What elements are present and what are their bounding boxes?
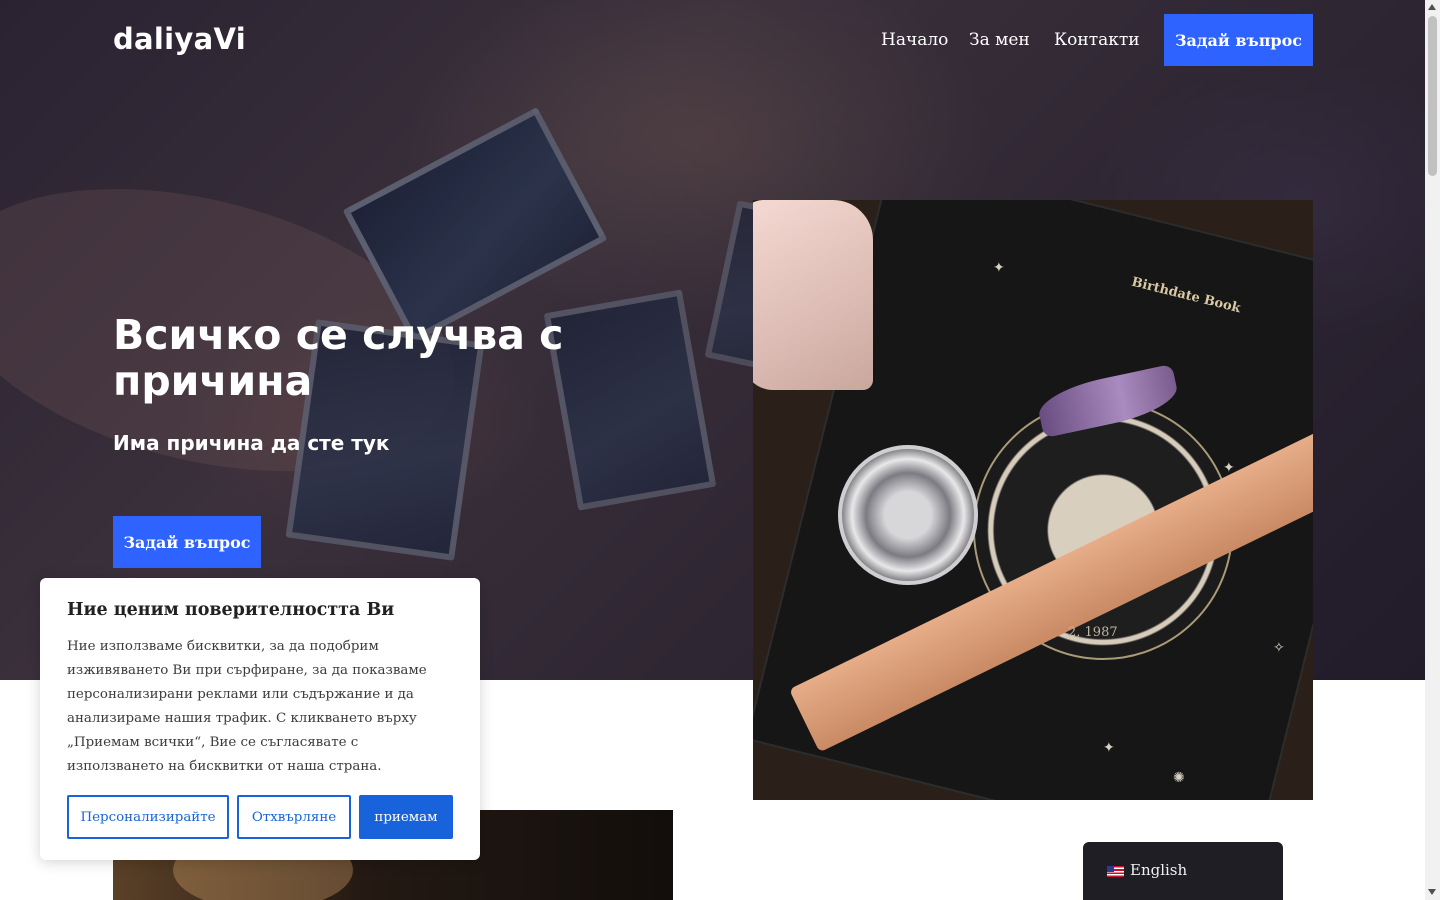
cookie-description: Ние използваме бисквитки, за да подобрим… <box>67 639 427 774</box>
scrollbar-thumb[interactable] <box>1428 16 1437 176</box>
site-logo[interactable]: daliyaVi <box>113 22 246 56</box>
star-icon: ✦ <box>1223 460 1235 476</box>
cookie-title: Ние ценим поверителността Ви <box>67 600 395 620</box>
hero-ask-question-button[interactable]: Задай въпрос <box>113 516 261 568</box>
star-icon: ✧ <box>1273 640 1285 656</box>
scroll-down-icon[interactable] <box>1428 889 1436 895</box>
language-switcher[interactable]: English <box>1083 842 1283 900</box>
cookie-consent-banner: Ние ценим поверителността Ви Ние използв… <box>40 578 480 860</box>
nav-item-home[interactable]: Начало <box>881 30 948 50</box>
scroll-up-icon[interactable] <box>1428 4 1436 10</box>
rose-quartz <box>753 200 873 390</box>
cookie-accept-button[interactable]: приемам <box>359 795 453 839</box>
star-icon: ✺ <box>1173 770 1185 786</box>
hero-subtitle: Има причина да сте тук <box>113 431 390 455</box>
star-icon: ✦ <box>993 260 1005 276</box>
us-flag-icon <box>1107 866 1124 877</box>
nav-item-contacts[interactable]: Контакти <box>1054 30 1140 50</box>
header-ask-question-button[interactable]: Задай въпрос <box>1164 14 1313 66</box>
cookie-customize-button[interactable]: Персонализирайте <box>67 795 229 839</box>
nav-item-about[interactable]: За мен <box>969 30 1030 50</box>
page-scrollbar[interactable] <box>1425 0 1440 900</box>
hero-title: Всичко се случва с причина <box>113 311 564 405</box>
crystal-pendant <box>838 445 978 585</box>
language-label: English <box>1130 861 1188 879</box>
cookie-reject-button[interactable]: Отхвърляне <box>237 795 351 839</box>
date-text: 2, 1987 <box>1068 625 1118 640</box>
star-icon: ✦ <box>1103 740 1115 756</box>
feature-image-crystals: Birthdate Book ✦ ✦ ✦ ✧ ✺ 2, 1987 <box>753 200 1313 800</box>
